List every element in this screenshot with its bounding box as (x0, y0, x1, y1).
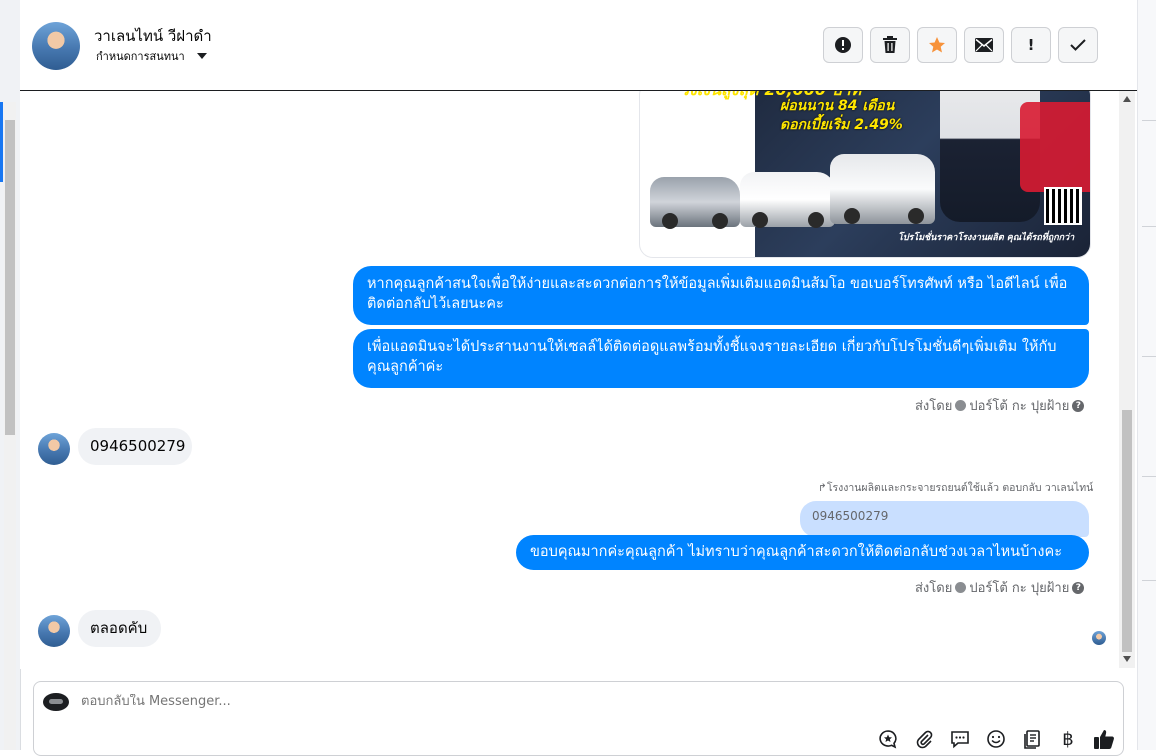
left-panel-edge (0, 0, 21, 750)
incoming-message[interactable]: ตลอดคับ (78, 610, 161, 647)
thread-scrollbar-thumb[interactable] (1122, 410, 1132, 652)
page-logo (43, 693, 69, 711)
reply-composer: ฿ (33, 681, 1124, 756)
assign-conversation-dropdown[interactable]: กำหนดการสนทนา (96, 47, 207, 65)
promo-seat-image (1020, 102, 1090, 192)
chat-icon[interactable] (948, 727, 972, 751)
outgoing-message[interactable]: หากคุณลูกค้าสนใจเพื่อให้ง่ายและสะดวกต่อก… (353, 266, 1089, 325)
mark-done-button[interactable] (1058, 27, 1098, 63)
promo-image-message[interactable]: วงเงินสูงสุด 20,000 บาท ผ่อนนาน 84 เดือน… (639, 91, 1091, 258)
outgoing-message[interactable]: ขอบคุณมากค่ะคุณลูกค้า ไม่ทราบว่าคุณลูกค้… (516, 535, 1089, 570)
active-indicator (0, 102, 3, 182)
caret-down-icon (196, 53, 207, 59)
help-icon[interactable]: ? (1072, 399, 1085, 412)
like-icon[interactable] (1092, 727, 1116, 751)
help-icon[interactable]: ? (1072, 581, 1085, 594)
sent-by-label: ส่งโดย (915, 399, 953, 414)
message-thread: วงเงินสูงสุด 20,000 บาท ผ่อนนาน 84 เดือน… (20, 91, 1119, 669)
divider (1142, 476, 1156, 477)
sender-status-icon (955, 400, 967, 411)
qr-code-icon (1044, 187, 1082, 225)
sender-status-icon (955, 582, 967, 593)
incoming-message[interactable]: 0946500279 (78, 428, 192, 465)
envelope-icon (975, 38, 993, 52)
check-icon (1070, 39, 1086, 51)
divider (1142, 580, 1156, 581)
car-pickup-image (740, 172, 835, 228)
divider (1142, 356, 1156, 357)
composer-toolbar: ฿ (876, 727, 1116, 751)
conversation-toolbar: ! (823, 27, 1098, 63)
template-icon[interactable] (1020, 727, 1044, 751)
sent-by-name: ปอร์โต้ กะ ปุยฝ้าย (969, 581, 1070, 596)
seen-indicator-avatar (1092, 631, 1106, 645)
left-scrollbar-thumb[interactable] (5, 120, 15, 435)
follow-up-button[interactable]: ! (1011, 27, 1051, 63)
contact-avatar-small[interactable] (38, 433, 70, 465)
baht-icon[interactable]: ฿ (1056, 727, 1080, 751)
quoted-message[interactable]: 0946500279 (800, 501, 1089, 537)
exclamation-icon: ! (1027, 36, 1035, 54)
promo-tagline: โปรโมชั่นราคาโรงงานผลิต คุณได้รถที่ถูกกว… (898, 233, 1075, 243)
trash-icon (883, 36, 897, 53)
assign-label: กำหนดการสนทนา (96, 50, 185, 63)
sent-by-line: ส่งโดย ปอร์โต้ กะ ปุยฝ้าย ? (915, 577, 1085, 598)
reply-input[interactable] (81, 694, 781, 709)
sent-by-label: ส่งโดย (915, 581, 953, 596)
star-icon (929, 37, 945, 53)
conversation-header: วาเลนไทน์ วีฝาดำ กำหนดการสนทนา ! (20, 0, 1137, 91)
promo-line-3: ดอกเบี้ยเริ่ม 2.49% (780, 117, 903, 133)
star-button[interactable] (917, 27, 957, 63)
attach-icon[interactable] (912, 727, 936, 751)
contact-avatar[interactable] (32, 22, 80, 70)
contact-avatar-small[interactable] (38, 615, 70, 647)
scroll-up-arrow-icon[interactable] (1123, 96, 1131, 102)
sent-by-line: ส่งโดย ปอร์โต้ กะ ปุยฝ้าย ? (915, 395, 1085, 416)
contact-name[interactable]: วาเลนไทน์ วีฝาดำ (94, 24, 212, 48)
scroll-down-arrow-icon[interactable] (1123, 656, 1131, 662)
alert-circle-icon (835, 37, 851, 53)
emoji-icon[interactable] (984, 727, 1008, 751)
divider (1142, 226, 1156, 227)
right-panel-edge (1137, 0, 1156, 750)
mark-unread-button[interactable] (964, 27, 1004, 63)
sent-by-name: ปอร์โต้ กะ ปุยฝ้าย (969, 399, 1070, 414)
saved-reply-icon[interactable] (876, 727, 900, 751)
outgoing-message[interactable]: เพื่อแอดมินจะได้ประสานงานให้เซลล์ได้ติดต… (353, 329, 1089, 388)
reply-note: ↱โรงงานผลิตและกระจายรถยนต์ใช้แล้ว ตอบกลั… (818, 479, 1093, 496)
delete-button[interactable] (870, 27, 910, 63)
divider (1142, 120, 1156, 121)
reply-note-text: โรงงานผลิตและกระจายรถยนต์ใช้แล้ว ตอบกลับ… (826, 482, 1094, 494)
car-sedan-image (650, 177, 740, 229)
reply-arrow-icon: ↱ (818, 482, 827, 494)
car-truck-image (830, 154, 935, 224)
report-spam-button[interactable] (823, 27, 863, 63)
